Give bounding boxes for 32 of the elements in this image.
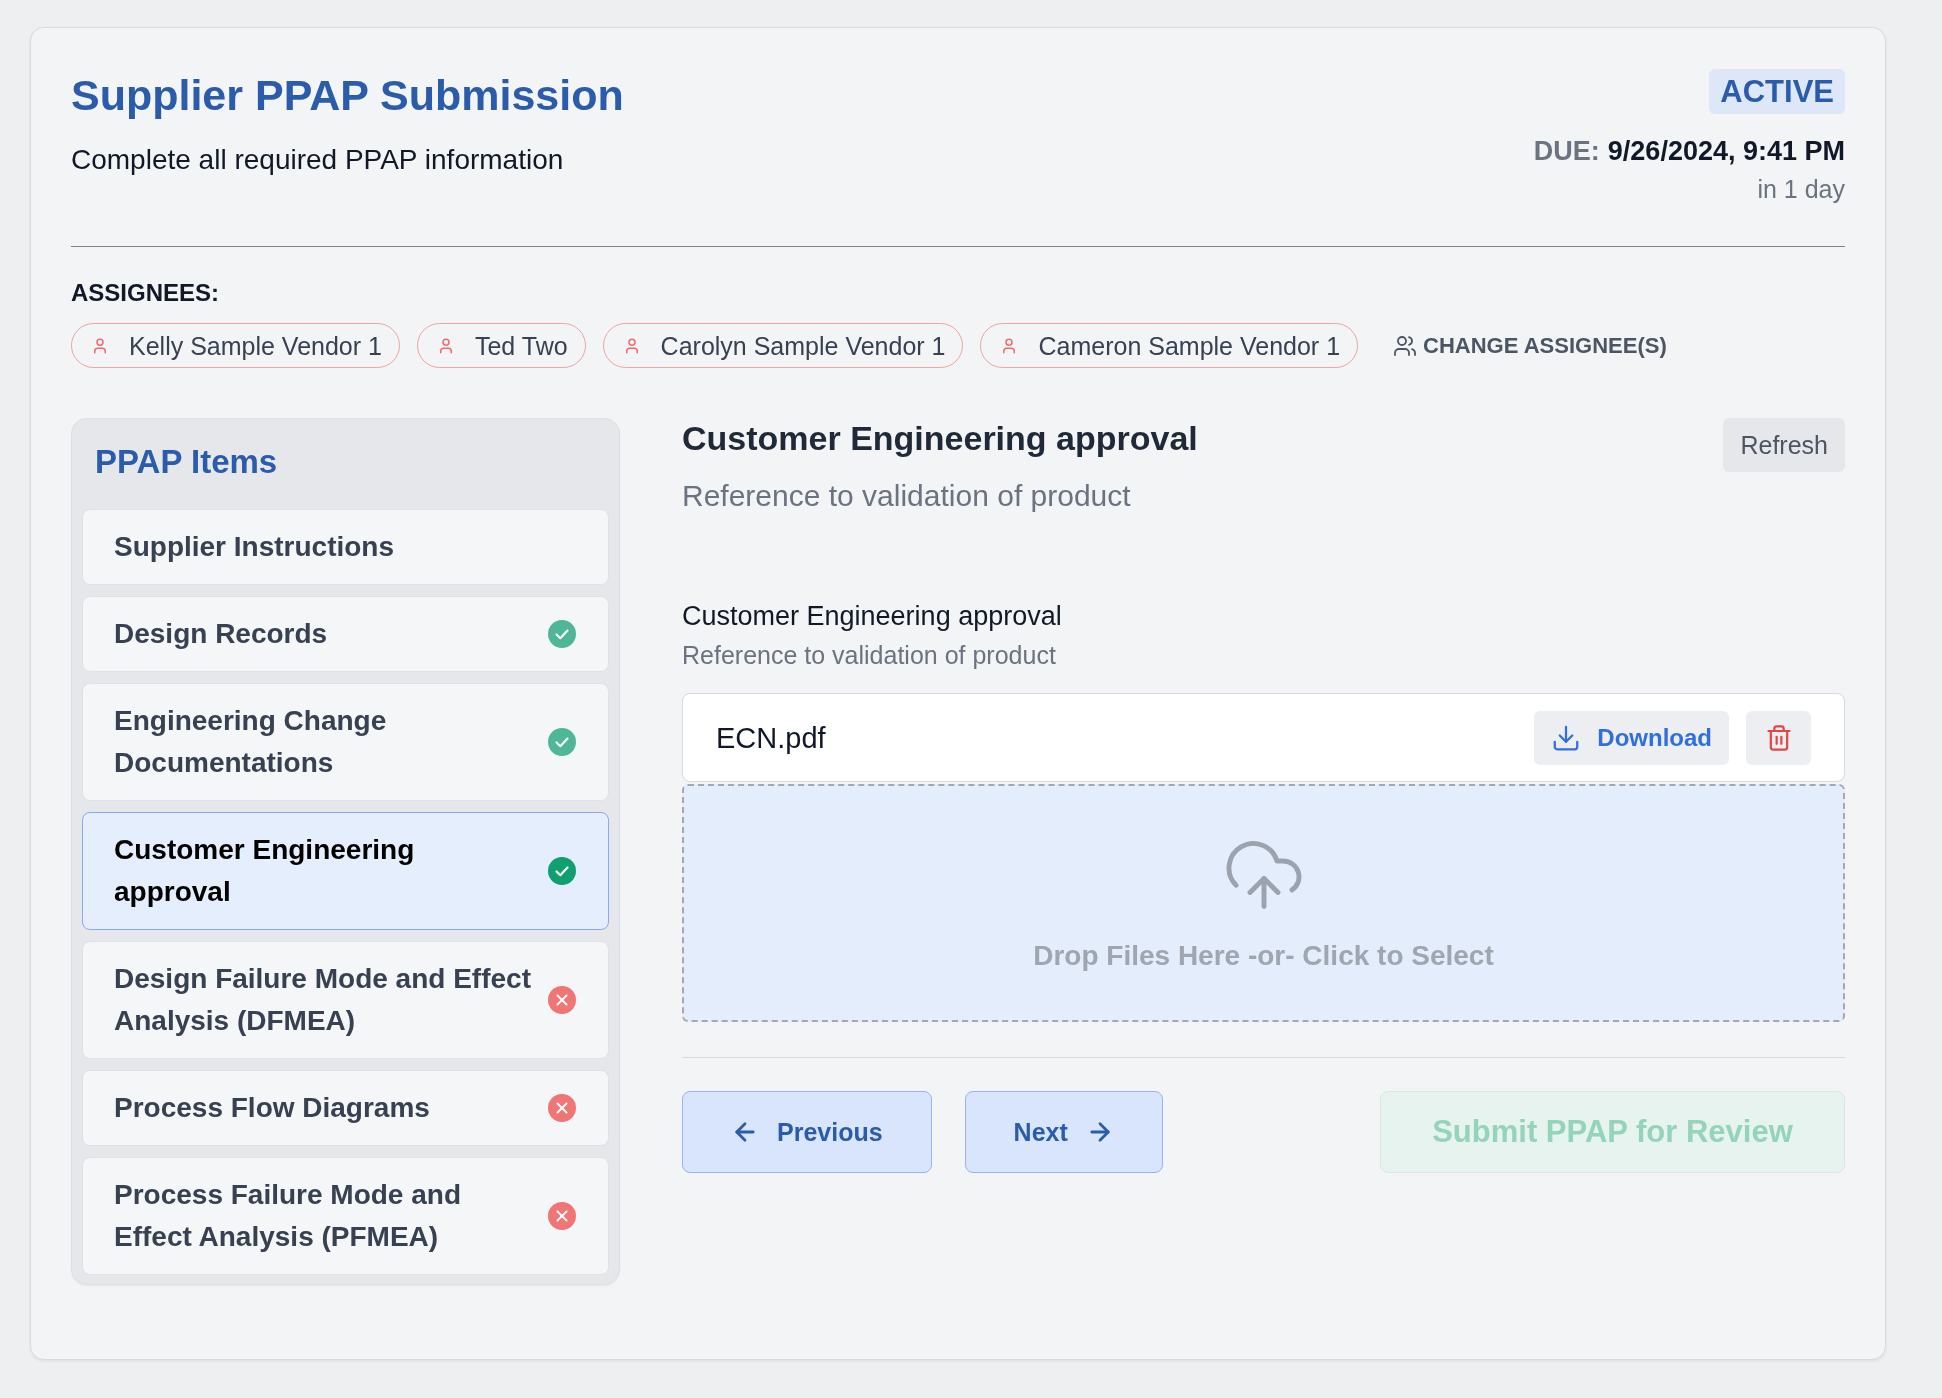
detail-description: Reference to validation of product: [682, 478, 1131, 514]
file-name: ECN.pdf: [716, 720, 826, 755]
assignee-name: Ted Two: [474, 330, 568, 361]
page-subtitle: Complete all required PPAP information: [71, 143, 564, 177]
field-description: Reference to validation of product: [682, 640, 1056, 670]
assignee-name: Kelly Sample Vendor 1: [129, 330, 382, 361]
panel-title: PPAP Items: [95, 442, 278, 482]
ppap-item[interactable]: Engineering Change Documentations: [82, 683, 609, 801]
status-badge: ACTIVE: [1709, 69, 1845, 114]
assignees-label: ASSIGNEES:: [71, 278, 220, 308]
field-label: Customer Engineering approval: [682, 600, 1062, 632]
page-title: Supplier PPAP Submission: [71, 70, 624, 120]
ppap-item[interactable]: Design Records: [82, 596, 609, 672]
ppap-item[interactable]: Process Failure Mode and Effect Analysis (PFMEA): [82, 1157, 609, 1275]
next-button[interactable]: Next: [964, 1091, 1163, 1173]
ppap-item[interactable]: Design Failure Mode and Effect Analysis (DFMEA): [82, 941, 609, 1059]
due-label: DUE:: [1533, 135, 1600, 168]
refresh-button[interactable]: Refresh: [1723, 418, 1845, 472]
detail-title: Customer Engineering approval: [682, 418, 1198, 458]
delete-button[interactable]: [1746, 710, 1811, 765]
due-relative: in 1 day: [1757, 174, 1845, 205]
people-icon: [1393, 333, 1418, 358]
download-button[interactable]: Download: [1534, 710, 1729, 765]
assignee-name: Carolyn Sample Vendor 1: [660, 330, 946, 361]
due-date: 9/26/2024, 9:41 PM: [1607, 135, 1845, 168]
previous-button[interactable]: Previous: [682, 1091, 932, 1173]
ppap-item[interactable]: Process Flow Diagrams: [82, 1070, 609, 1146]
assignee-name: Cameron Sample Vendor 1: [1038, 330, 1341, 361]
person-icon: [91, 336, 109, 355]
ppap-item[interactable]: Supplier Instructions: [82, 509, 609, 585]
ppap-item[interactable]: Customer Engineering approval: [82, 812, 609, 930]
change-assignees-button[interactable]: CHANGE ASSIGNEE(S): [1393, 330, 1667, 361]
